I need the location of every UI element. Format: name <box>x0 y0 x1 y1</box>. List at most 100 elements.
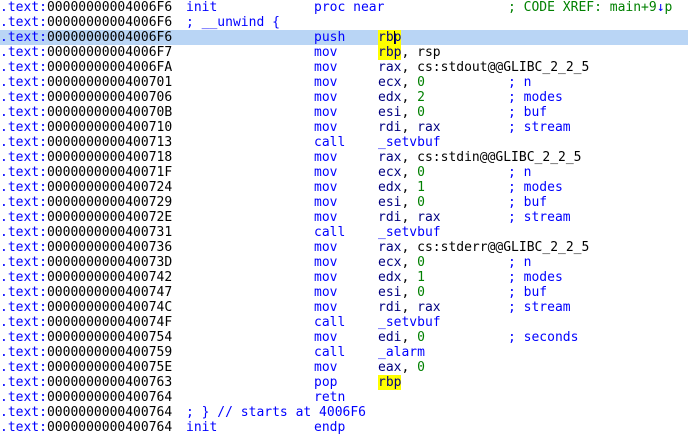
listing-line[interactable]: .text:00000000004006F6 init proc near ; COD… <box>0 0 688 15</box>
called-function[interactable]: _setvbuf <box>378 225 441 240</box>
operands[interactable]: edx, 2 <box>378 90 425 105</box>
address-offset[interactable]: 0000000000400747 <box>47 285 172 300</box>
address-offset[interactable]: 0000000000400706 <box>47 90 172 105</box>
address-offset[interactable]: 000000000040074F <box>47 315 172 330</box>
address[interactable]: .text:0000000000400729 <box>0 195 172 210</box>
operands[interactable]: rax, cs:stdout@@GLIBC_2_2_5 <box>378 60 589 75</box>
address[interactable]: .text:0000000000400764 <box>0 390 172 405</box>
register[interactable]: rdi <box>378 300 401 315</box>
address-offset[interactable]: 000000000040070B <box>47 105 172 120</box>
operands[interactable]: rax, cs:stdin@@GLIBC_2_2_5 <box>378 150 582 165</box>
listing-line[interactable]: .text:000000000040074F call _setvbuf <box>0 315 688 330</box>
listing-line[interactable]: .text:0000000000400759 call _alarm <box>0 345 688 360</box>
address[interactable]: .text:0000000000400701 <box>0 75 172 90</box>
address[interactable]: .text:00000000004006F6 <box>0 15 172 30</box>
register[interactable]: ecx <box>378 75 401 90</box>
address[interactable]: .text:0000000000400764 <box>0 420 172 435</box>
address-offset[interactable]: 0000000000400701 <box>47 75 172 90</box>
operands[interactable]: rbp <box>378 30 402 45</box>
operands[interactable]: esi, 0 <box>378 105 425 120</box>
address-offset[interactable]: 0000000000400763 <box>47 375 172 390</box>
address-offset[interactable]: 0000000000400713 <box>47 135 172 150</box>
register[interactable]: rax <box>378 60 401 75</box>
operands[interactable]: eax, 0 <box>378 360 425 375</box>
operands[interactable]: edx, 1 <box>378 180 425 195</box>
operands[interactable]: ecx, 0 <box>378 165 425 180</box>
register[interactable]: esi <box>378 285 401 300</box>
register[interactable]: edx <box>378 90 401 105</box>
operand-text[interactable]: , cs:stdin@@GLIBC_2_2_5 <box>401 150 581 165</box>
address-offset[interactable]: 000000000040075E <box>47 360 172 375</box>
address-offset[interactable]: 000000000040074C <box>47 300 172 315</box>
address[interactable]: .text:0000000000400763 <box>0 375 172 390</box>
register[interactable]: ecx <box>378 165 401 180</box>
register[interactable]: edx <box>378 180 401 195</box>
listing-line[interactable]: .text:0000000000400764 init endp <box>0 420 688 435</box>
address[interactable]: .text:00000000004006FA <box>0 60 172 75</box>
operands[interactable]: _alarm <box>378 345 425 360</box>
address-offset[interactable]: 0000000000400754 <box>47 330 172 345</box>
register[interactable]: esi <box>378 105 401 120</box>
operands[interactable]: ecx, 0 <box>378 255 425 270</box>
operands[interactable]: rbp <box>378 375 402 390</box>
operands[interactable]: _setvbuf <box>378 315 441 330</box>
operands[interactable]: rdi, rax <box>378 120 441 135</box>
register[interactable]: edi <box>378 330 401 345</box>
address-offset[interactable]: 00000000004006F7 <box>47 45 172 60</box>
address[interactable]: .text:0000000000400724 <box>0 180 172 195</box>
operands[interactable]: rdi, rax <box>378 300 441 315</box>
address[interactable]: .text:000000000040073D <box>0 255 172 270</box>
listing-line[interactable]: .text:000000000040071F mov ecx, 0 ; n <box>0 165 688 180</box>
operands[interactable]: esi, 0 <box>378 285 425 300</box>
address[interactable]: .text:0000000000400764 <box>0 405 172 420</box>
function-label[interactable]: init <box>186 420 217 435</box>
operand-text[interactable]: , cs:stderr@@GLIBC_2_2_5 <box>401 240 589 255</box>
address-offset[interactable]: 000000000040072E <box>47 210 172 225</box>
address[interactable]: .text:0000000000400710 <box>0 120 172 135</box>
listing-line[interactable]: .text:0000000000400701 mov ecx, 0 ; n <box>0 75 688 90</box>
listing-line[interactable]: .text:000000000040075E mov eax, 0 <box>0 360 688 375</box>
address[interactable]: .text:00000000004006F7 <box>0 45 172 60</box>
operands[interactable]: rbp, rsp <box>378 45 441 60</box>
address[interactable]: .text:0000000000400754 <box>0 330 172 345</box>
listing-line[interactable]: .text:00000000004006F6 push rbp <box>0 30 688 45</box>
listing-line[interactable]: .text:0000000000400763 pop rbp <box>0 375 688 390</box>
address[interactable]: .text:000000000040075E <box>0 360 172 375</box>
listing-line[interactable]: .text:0000000000400713 call _setvbuf <box>0 135 688 150</box>
listing-line[interactable]: .text:0000000000400747 mov esi, 0 ; buf <box>0 285 688 300</box>
register[interactable]: rax <box>417 210 440 225</box>
register[interactable]: rax <box>417 120 440 135</box>
address-offset[interactable]: 000000000040073D <box>47 255 172 270</box>
address-offset[interactable]: 0000000000400764 <box>47 390 172 405</box>
address[interactable]: .text:0000000000400731 <box>0 225 172 240</box>
address-offset[interactable]: 0000000000400759 <box>47 345 172 360</box>
called-function[interactable]: _alarm <box>378 345 425 360</box>
function-label[interactable]: init <box>186 0 217 15</box>
highlighted-register[interactable]: rbp <box>378 375 402 390</box>
listing-line[interactable]: .text:0000000000400754 mov edi, 0 ; seconds <box>0 330 688 345</box>
listing-line[interactable]: .text:0000000000400729 mov esi, 0 ; buf <box>0 195 688 210</box>
operands[interactable]: edx, 1 <box>378 270 425 285</box>
address[interactable]: .text:000000000040070B <box>0 105 172 120</box>
address-offset[interactable]: 00000000004006FA <box>47 60 172 75</box>
address-offset[interactable]: 0000000000400731 <box>47 225 172 240</box>
operands[interactable]: _setvbuf <box>378 135 441 150</box>
address[interactable]: .text:0000000000400736 <box>0 240 172 255</box>
address-offset[interactable]: 000000000040071F <box>47 165 172 180</box>
listing-line[interactable]: .text:000000000040073D mov ecx, 0 ; n <box>0 255 688 270</box>
address-offset[interactable]: 00000000004006F6 <box>47 30 172 45</box>
address[interactable]: .text:000000000040074C <box>0 300 172 315</box>
comment-text[interactable]: ; CODE XREF: main+9 <box>508 0 657 15</box>
listing-line[interactable]: .text:0000000000400724 mov edx, 1 ; modes <box>0 180 688 195</box>
address-offset[interactable]: 0000000000400729 <box>47 195 172 210</box>
operands[interactable]: rdi, rax <box>378 210 441 225</box>
register[interactable]: edx <box>378 270 401 285</box>
operands[interactable]: rax, cs:stderr@@GLIBC_2_2_5 <box>378 240 589 255</box>
operand-text[interactable]: , rsp <box>401 45 440 60</box>
listing-line[interactable]: .text:00000000004006F7 mov rbp, rsp <box>0 45 688 60</box>
highlighted-register[interactable]: rbp <box>378 30 402 45</box>
listing-line[interactable]: .text:0000000000400718 mov rax, cs:stdin@@… <box>0 150 688 165</box>
operand-text[interactable]: , cs:stdout@@GLIBC_2_2_5 <box>401 60 589 75</box>
operands[interactable]: esi, 0 <box>378 195 425 210</box>
listing-line[interactable]: .text:0000000000400706 mov edx, 2 ; modes <box>0 90 688 105</box>
